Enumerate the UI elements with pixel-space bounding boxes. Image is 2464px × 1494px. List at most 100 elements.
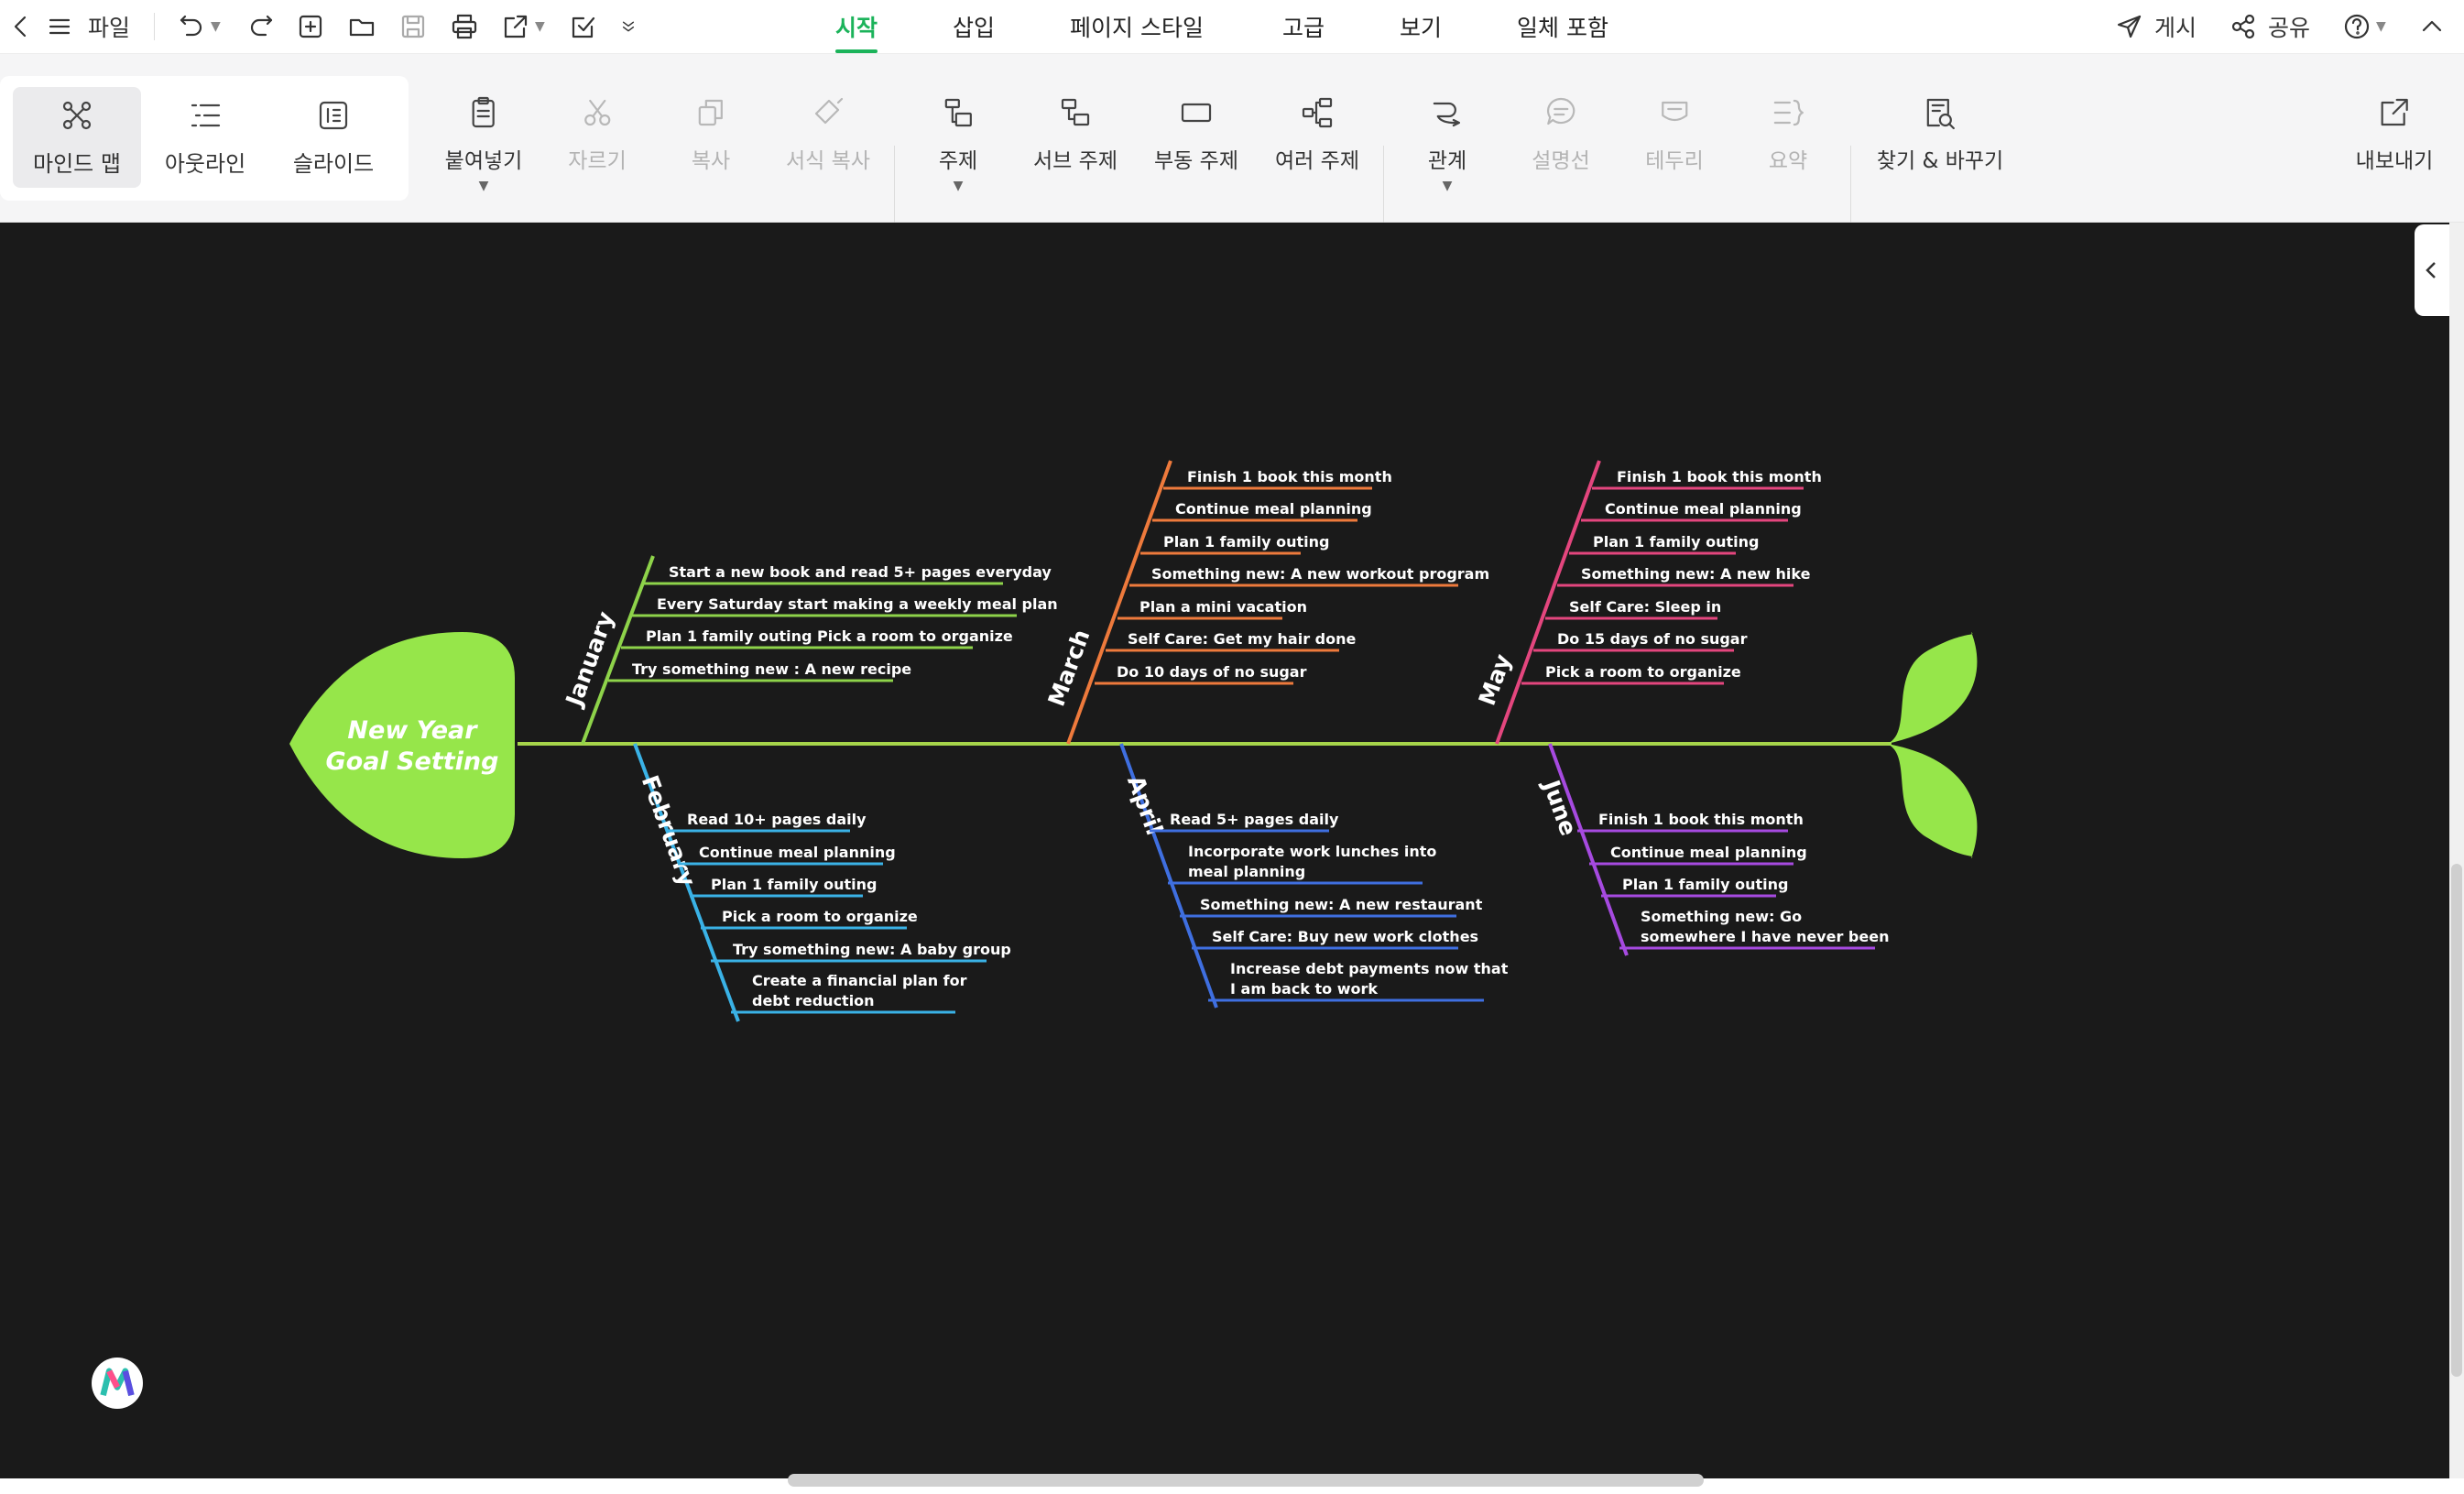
view-mindmap-button[interactable]: 마인드 맵 bbox=[13, 87, 141, 188]
branch-item-june[interactable]: Finish 1 book this month bbox=[1598, 811, 1804, 828]
save-icon[interactable] bbox=[399, 0, 427, 53]
head-title-line1[interactable]: New Year bbox=[347, 716, 478, 745]
branch-item-february[interactable]: debt reduction bbox=[752, 992, 875, 1009]
branch-item-january[interactable]: Try something new : A new recipe bbox=[632, 660, 911, 678]
app-logo-icon[interactable] bbox=[92, 1358, 143, 1409]
copy-button[interactable]: 복사 bbox=[692, 95, 730, 174]
tab-start[interactable]: 시작 bbox=[835, 0, 878, 53]
branch-item-may[interactable]: Continue meal planning bbox=[1605, 500, 1802, 518]
branch-item-january[interactable]: Every Saturday start making a weekly mea… bbox=[657, 595, 1058, 613]
mindmap-canvas[interactable]: New Year Goal Setting January Start a new b… bbox=[0, 223, 2464, 1478]
branch-item-june[interactable]: Continue meal planning bbox=[1610, 844, 1807, 861]
branch-item-april[interactable]: Increase debt payments now that bbox=[1230, 960, 1509, 977]
help-icon[interactable] bbox=[2343, 0, 2371, 53]
branch-item-february[interactable]: Pick a room to organize bbox=[722, 908, 918, 925]
branch-item-february[interactable]: Read 10+ pages daily bbox=[687, 811, 867, 828]
view-outline-button[interactable]: 아웃라인 bbox=[141, 87, 269, 188]
tab-advanced[interactable]: 고급 bbox=[1282, 0, 1325, 53]
branch-label-may[interactable]: May bbox=[1474, 650, 1517, 709]
branch-item-april[interactable]: meal planning bbox=[1188, 863, 1305, 880]
branch-item-march[interactable]: Plan a mini vacation bbox=[1139, 598, 1307, 616]
undo-icon[interactable] bbox=[178, 0, 205, 53]
head-title-line2[interactable]: Goal Setting bbox=[326, 747, 499, 776]
tab-page-style[interactable]: 페이지 스타일 bbox=[1070, 0, 1204, 53]
branch-item-january[interactable]: Start a new book and read 5+ pages every… bbox=[669, 563, 1052, 581]
branch-item-april[interactable]: Something new: A new restaurant bbox=[1200, 896, 1483, 913]
branch-item-february[interactable]: Continue meal planning bbox=[699, 844, 896, 861]
branch-item-april[interactable]: Self Care: Buy new work clothes bbox=[1212, 928, 1478, 945]
branch-item-march[interactable]: Finish 1 book this month bbox=[1187, 468, 1392, 485]
branch-item-may[interactable]: Do 15 days of no sugar bbox=[1557, 630, 1748, 648]
tab-view[interactable]: 보기 bbox=[1400, 0, 1442, 53]
vertical-scrollbar[interactable] bbox=[2449, 223, 2464, 1478]
branch-item-may[interactable]: Plan 1 family outing bbox=[1593, 533, 1759, 551]
vertical-scroll-thumb[interactable] bbox=[2451, 864, 2462, 1377]
branch-label-june[interactable]: June bbox=[1537, 775, 1582, 839]
hamburger-menu-icon[interactable] bbox=[46, 0, 73, 53]
tab-insert[interactable]: 삽입 bbox=[953, 0, 995, 53]
undo-dropdown-icon[interactable]: ▼ bbox=[211, 0, 221, 53]
export-file-icon[interactable] bbox=[502, 0, 529, 53]
help-dropdown-icon[interactable]: ▼ bbox=[2376, 0, 2386, 53]
branch-item-march[interactable]: Continue meal planning bbox=[1175, 500, 1372, 518]
fish-tail-top[interactable] bbox=[1887, 632, 1978, 744]
branch-label-april[interactable]: April bbox=[1122, 772, 1168, 839]
export-button[interactable]: 내보내기 bbox=[2356, 95, 2433, 174]
branch-item-april[interactable]: Incorporate work lunches into bbox=[1188, 843, 1436, 860]
horizontal-scroll-thumb[interactable] bbox=[788, 1474, 1704, 1487]
callout-button[interactable]: 설명선 bbox=[1532, 95, 1590, 174]
view-slide-button[interactable]: 슬라이드 bbox=[269, 87, 398, 188]
cut-button[interactable]: 자르기 bbox=[568, 95, 627, 174]
find-replace-button[interactable]: 찾기 & 바꾸기 bbox=[1877, 95, 2003, 174]
publish-button[interactable]: 게시 bbox=[2116, 0, 2197, 53]
paste-dropdown-icon[interactable]: ▼ bbox=[479, 180, 489, 192]
relation-dropdown-icon[interactable]: ▼ bbox=[1443, 180, 1453, 192]
subtopic-button[interactable]: 서브 주제 bbox=[1033, 95, 1118, 174]
branch-item-march[interactable]: Self Care: Get my hair done bbox=[1128, 630, 1356, 648]
branch-item-june[interactable]: Plan 1 family outing bbox=[1622, 876, 1788, 893]
multiple-topics-button[interactable]: 여러 주제 bbox=[1275, 95, 1359, 174]
file-menu[interactable]: 파일 bbox=[88, 0, 130, 53]
branch-label-january[interactable]: January bbox=[560, 608, 619, 712]
branch-item-march[interactable]: Plan 1 family outing bbox=[1163, 533, 1329, 551]
branch-item-february[interactable]: Create a financial plan for bbox=[752, 972, 967, 989]
branch-item-march[interactable]: Something new: A new workout program bbox=[1151, 565, 1489, 583]
floating-topic-button[interactable]: 부동 주제 bbox=[1154, 95, 1238, 174]
branch-item-may[interactable]: Pick a room to organize bbox=[1545, 663, 1741, 681]
branch-item-april[interactable]: I am back to work bbox=[1230, 980, 1378, 998]
back-icon[interactable] bbox=[7, 0, 35, 53]
tab-all-in-one[interactable]: 일체 포함 bbox=[1517, 0, 1608, 53]
boundary-button[interactable]: 테두리 bbox=[1645, 95, 1704, 174]
summary-button[interactable]: 요약 bbox=[1769, 95, 1807, 174]
open-folder-icon[interactable] bbox=[348, 0, 376, 53]
side-panel-toggle[interactable] bbox=[2415, 224, 2449, 316]
subtopic-label: 서브 주제 bbox=[1033, 149, 1118, 173]
topic-dropdown-icon[interactable]: ▼ bbox=[954, 180, 964, 192]
branch-item-june[interactable]: Something new: Go bbox=[1641, 908, 1802, 925]
print-icon[interactable] bbox=[451, 0, 478, 53]
collapse-ribbon-icon[interactable] bbox=[2418, 0, 2446, 53]
check-in-icon[interactable] bbox=[570, 0, 597, 53]
branch-item-may[interactable]: Self Care: Sleep in bbox=[1569, 598, 1721, 616]
export-dropdown-icon[interactable]: ▼ bbox=[535, 0, 545, 53]
new-file-icon[interactable] bbox=[297, 0, 324, 53]
branch-label-march[interactable]: March bbox=[1043, 626, 1096, 709]
branch-item-march[interactable]: Do 10 days of no sugar bbox=[1117, 663, 1307, 681]
branch-item-may[interactable]: Something new: A new hike bbox=[1581, 565, 1811, 583]
branch-item-april[interactable]: Read 5+ pages daily bbox=[1170, 811, 1339, 828]
format-copy-button[interactable]: 서식 복사 bbox=[786, 95, 870, 174]
redo-icon[interactable] bbox=[247, 0, 275, 53]
more-chevron-icon[interactable] bbox=[619, 0, 638, 53]
relation-button[interactable]: 관계 ▼ bbox=[1428, 95, 1466, 192]
branch-item-june[interactable]: somewhere I have never been bbox=[1641, 928, 1889, 945]
branch-item-february[interactable]: Plan 1 family outing bbox=[711, 876, 877, 893]
fish-head[interactable] bbox=[289, 632, 515, 858]
fish-tail-bottom[interactable] bbox=[1887, 744, 1978, 858]
share-button[interactable]: 공유 bbox=[2230, 0, 2310, 53]
branch-item-january[interactable]: Plan 1 family outing Pick a room to orga… bbox=[646, 627, 1013, 645]
branch-item-february[interactable]: Try something new: A baby group bbox=[733, 941, 1011, 958]
top-bar: 파일 ▼ ▼ 시작 삽입 페이지 스타일 고급 보기 일체 포함 게시 공유 ▼ bbox=[0, 0, 2464, 54]
paste-button[interactable]: 붙여넣기 ▼ bbox=[445, 95, 522, 192]
topic-button[interactable]: 주제 ▼ bbox=[939, 95, 977, 192]
branch-item-may[interactable]: Finish 1 book this month bbox=[1617, 468, 1822, 485]
